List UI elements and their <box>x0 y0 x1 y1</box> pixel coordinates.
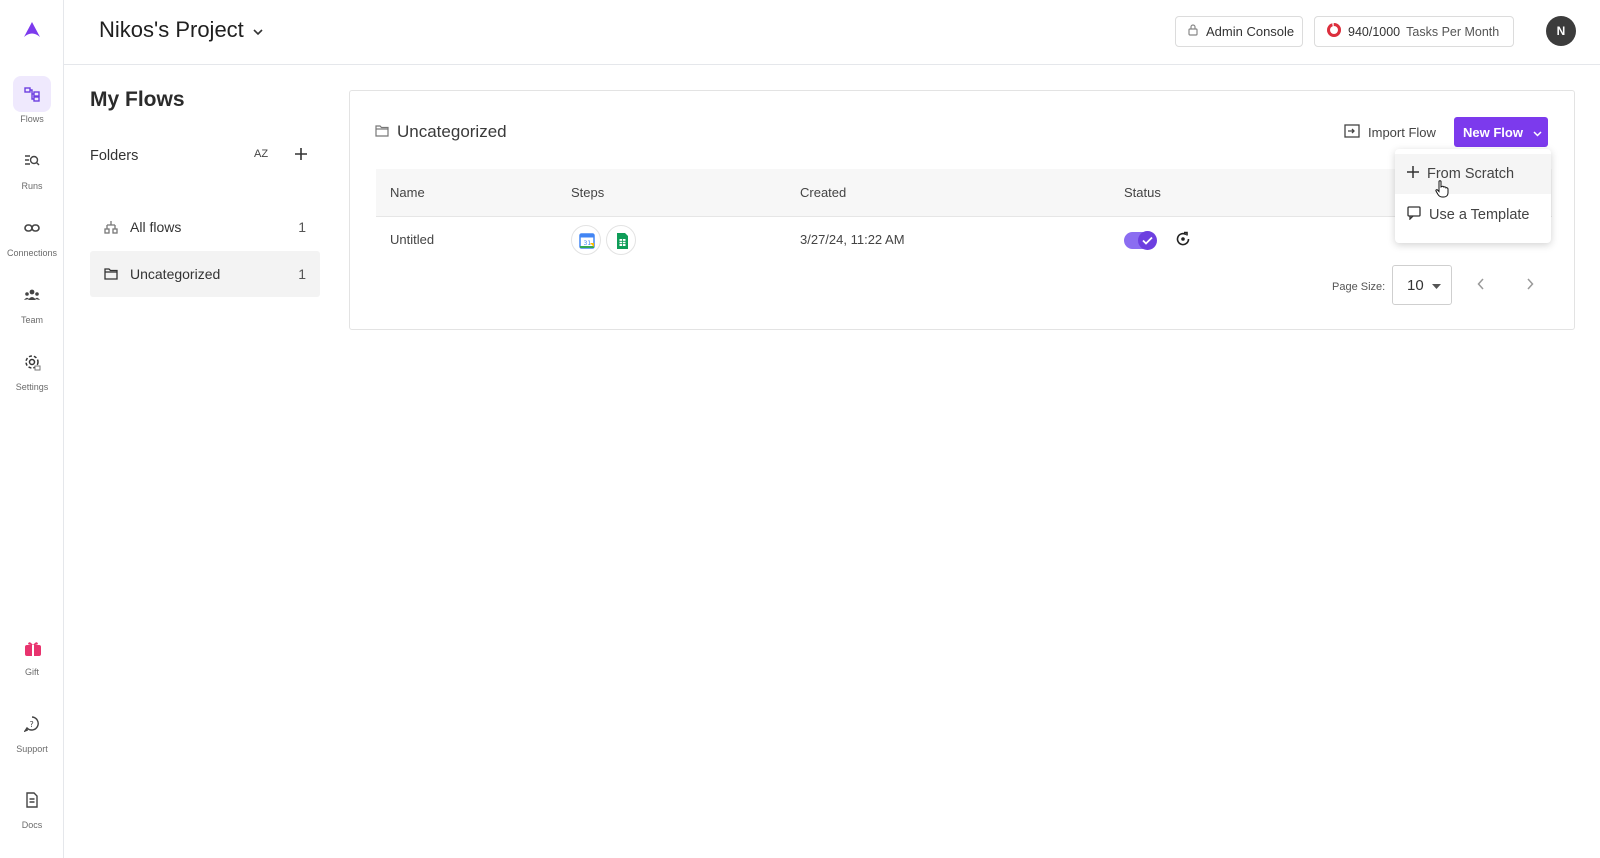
gift-icon <box>13 629 51 665</box>
flow-enabled-toggle[interactable] <box>1124 231 1157 250</box>
refresh-icon[interactable] <box>1174 230 1192 251</box>
hand-cursor-icon <box>1435 180 1449 203</box>
column-header-steps: Steps <box>571 185 605 200</box>
nav-rail: Flows Runs Connections Team Settings Gif… <box>0 0 64 858</box>
google-sheets-icon <box>606 225 636 255</box>
folder-icon <box>103 268 119 280</box>
check-icon <box>1138 231 1157 250</box>
link-icon <box>13 210 51 246</box>
flow-name[interactable]: Untitled <box>390 232 434 247</box>
folder-count: 1 <box>298 266 306 282</box>
flows-icon <box>13 76 51 112</box>
menu-item-use-template[interactable]: Use a Template <box>1395 195 1551 235</box>
column-header-created[interactable]: Created <box>800 185 846 200</box>
folder-count: 1 <box>298 219 306 235</box>
usage-ring-icon <box>1326 22 1342 41</box>
rail-item-flows[interactable]: Flows <box>0 76 64 124</box>
rail-label: Docs <box>21 820 43 830</box>
settings-icon <box>13 344 51 380</box>
flows-card: Uncategorized Import Flow New Flow Name … <box>349 90 1575 330</box>
team-icon <box>13 277 51 313</box>
rail-item-connections[interactable]: Connections <box>0 210 64 258</box>
rail-label: Gift <box>24 667 39 677</box>
menu-item-from-scratch[interactable]: From Scratch <box>1395 154 1551 194</box>
sort-folders-button[interactable]: AZ <box>254 148 268 160</box>
chevron-down-icon[interactable] <box>252 24 264 42</box>
rail-item-runs[interactable]: Runs <box>0 143 64 191</box>
pagination: Page Size: 10 <box>350 265 1576 307</box>
previous-page-button[interactable] <box>1477 277 1485 295</box>
flow-created: 3/27/24, 11:22 AM <box>800 232 905 247</box>
page-size-select[interactable]: 10 <box>1392 265 1452 305</box>
top-header: Nikos's Project Admin Console 940/1000 T… <box>64 0 1600 65</box>
docs-icon <box>13 782 51 818</box>
new-flow-menu: From Scratch Use a Template <box>1395 149 1551 243</box>
lock-icon <box>1188 24 1198 39</box>
runs-icon <box>13 143 51 179</box>
tasks-used-count: 940/1000 <box>1348 24 1401 39</box>
template-icon <box>1407 206 1421 224</box>
new-flow-label: New Flow <box>1463 124 1523 140</box>
menu-item-label: Use a Template <box>1429 207 1530 223</box>
rail-item-gift[interactable]: Gift <box>0 629 64 677</box>
page-title: My Flows <box>90 88 185 111</box>
rail-label: Support <box>16 744 48 754</box>
rail-item-team[interactable]: Team <box>0 277 64 325</box>
rail-label: Flows <box>20 114 44 124</box>
rail-label: Connections <box>6 248 58 258</box>
import-icon <box>1344 124 1360 141</box>
folders-heading: Folders <box>90 148 139 164</box>
folder-title-text: Uncategorized <box>397 122 507 141</box>
user-avatar[interactable]: N <box>1546 16 1576 46</box>
table-header: Name Steps Created Status <box>376 169 1552 217</box>
page-size-label: Page Size: <box>1332 281 1386 293</box>
flows-icon <box>103 220 119 234</box>
project-selector[interactable]: Nikos's Project <box>99 17 244 43</box>
support-icon: ? <box>13 706 51 742</box>
chevron-down-icon <box>1533 125 1542 140</box>
table-row[interactable]: Untitled 31 3/27/24, 11:22 AM <box>376 217 1552 263</box>
page-size-value: 10 <box>1407 276 1424 294</box>
folder-icon <box>375 122 389 142</box>
folder-item-uncategorized[interactable]: Uncategorized 1 <box>90 251 320 297</box>
plus-icon <box>1407 166 1419 182</box>
import-flow-button[interactable]: Import Flow <box>1344 124 1436 141</box>
column-header-status: Status <box>1124 185 1161 200</box>
new-flow-button[interactable]: New Flow <box>1454 117 1548 147</box>
rail-item-settings[interactable]: Settings <box>0 344 64 392</box>
rail-item-support[interactable]: ? Support <box>0 706 64 754</box>
column-header-name[interactable]: Name <box>390 185 425 200</box>
tasks-usage-button[interactable]: 940/1000 Tasks Per Month <box>1314 16 1514 47</box>
rail-label: Runs <box>21 181 43 191</box>
svg-text:?: ? <box>30 720 34 729</box>
add-folder-button[interactable] <box>294 144 308 167</box>
google-calendar-icon: 31 <box>571 225 601 255</box>
next-page-button[interactable] <box>1526 277 1534 295</box>
rail-label: Settings <box>15 382 49 392</box>
tasks-label: Tasks Per Month <box>1406 24 1500 39</box>
folder-name: Uncategorized <box>130 266 221 282</box>
folder-item-all-flows[interactable]: All flows 1 <box>90 204 320 250</box>
rail-item-docs[interactable]: Docs <box>0 782 64 830</box>
import-flow-label: Import Flow <box>1368 125 1436 140</box>
folder-name: All flows <box>130 219 182 235</box>
caret-down-icon <box>1431 277 1441 294</box>
admin-console-button[interactable]: Admin Console <box>1175 16 1303 47</box>
folder-title: Uncategorized <box>375 122 507 142</box>
admin-console-label: Admin Console <box>1206 24 1295 39</box>
svg-text:31: 31 <box>584 240 592 247</box>
app-logo[interactable] <box>20 18 44 42</box>
rail-label: Team <box>20 315 43 325</box>
